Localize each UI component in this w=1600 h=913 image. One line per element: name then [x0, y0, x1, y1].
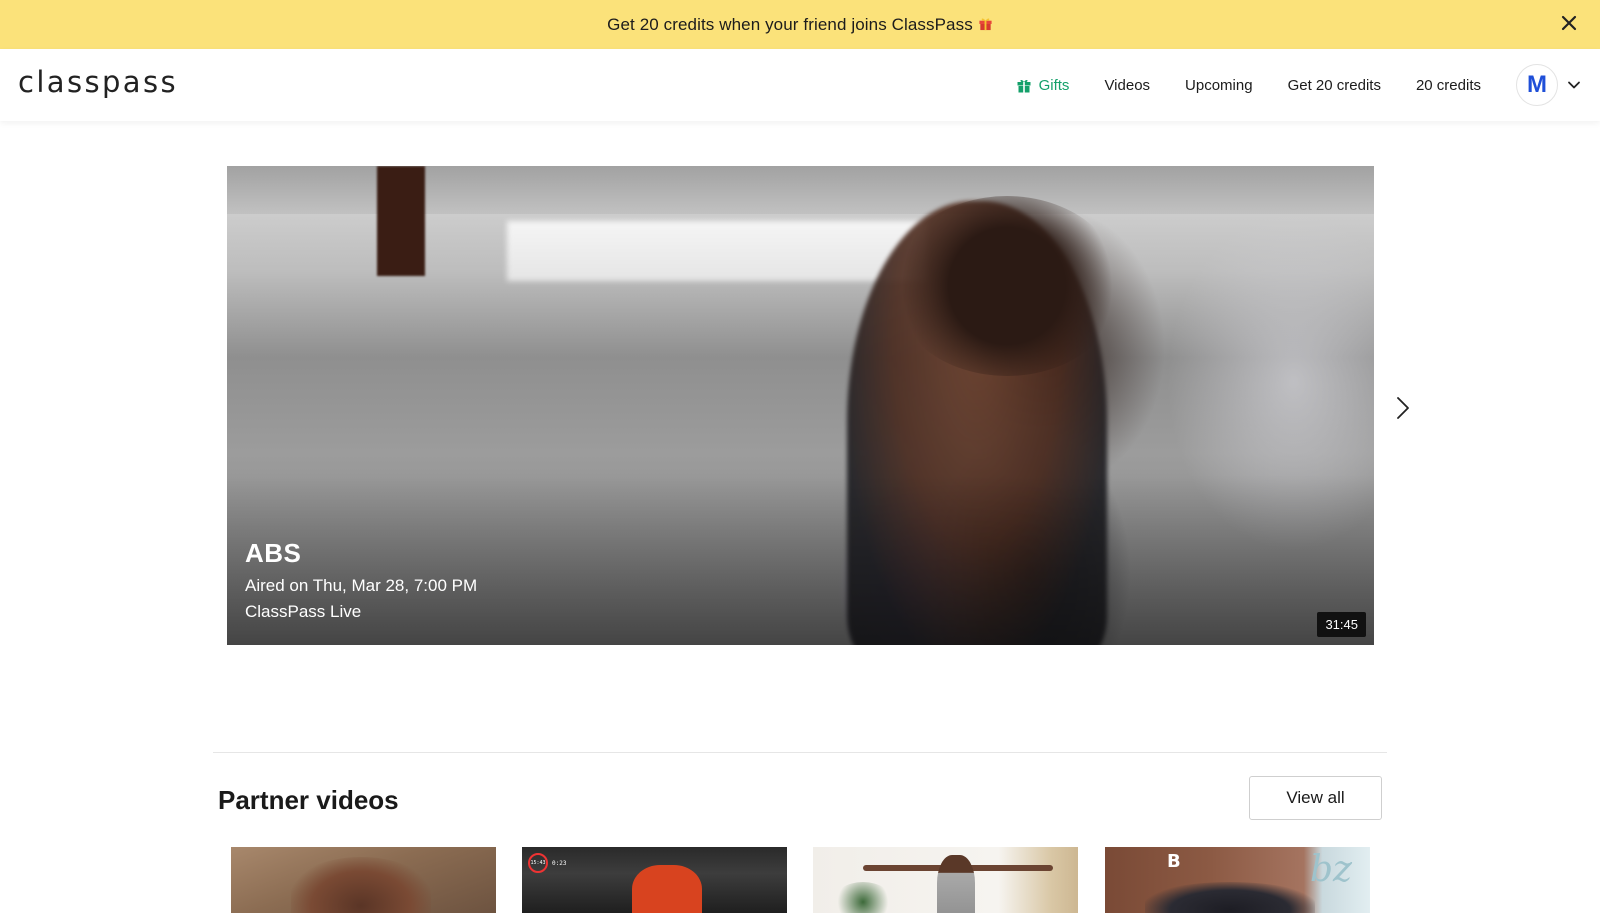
promo-text: Get 20 credits when your friend joins Cl… [607, 15, 993, 35]
top-navigation-bar: classpass Gifts Videos Upcoming Get 20 c… [0, 49, 1600, 121]
partner-video-thumbnail[interactable]: 15:43 0:23 [522, 847, 787, 913]
gift-emoji-icon [979, 18, 992, 30]
hero-gradient-overlay [227, 475, 1374, 645]
timer-sub: 0:23 [552, 859, 567, 867]
featured-video-card[interactable]: ABS Aired on Thu, Mar 28, 7:00 PM ClassP… [227, 166, 1374, 645]
hero-image-window [507, 221, 927, 281]
partner-videos-heading: Partner videos [218, 785, 399, 815]
partner-video-thumbnail[interactable] [231, 847, 496, 913]
partner-video-thumbnail[interactable]: B bz [1105, 847, 1370, 913]
nav-gifts-label: Gifts [1038, 76, 1070, 94]
user-avatar[interactable]: M [1516, 64, 1558, 106]
nav-get-credits-link[interactable]: Get 20 credits [1288, 77, 1381, 94]
classpass-logo[interactable]: classpass [18, 65, 178, 99]
main-nav: Gifts Videos Upcoming Get 20 credits 20 … [982, 49, 1600, 121]
section-divider [213, 752, 1387, 753]
nav-upcoming-link[interactable]: Upcoming [1185, 77, 1253, 94]
thumbnail-image [632, 865, 702, 913]
thumbnail-image [291, 857, 431, 913]
timer-main: 15:43 [530, 860, 546, 866]
thumbnail-image [1145, 882, 1315, 913]
video-aired-date: Aired on Thu, Mar 28, 7:00 PM [245, 576, 478, 595]
close-banner-button[interactable] [1556, 10, 1582, 36]
partner-logo: B [1167, 851, 1181, 872]
referral-promo-banner: Get 20 credits when your friend joins Cl… [0, 0, 1600, 49]
nav-gifts-link[interactable]: Gifts [1017, 76, 1070, 94]
promo-message: Get 20 credits when your friend joins Cl… [607, 14, 973, 34]
thumbnail-figure [937, 855, 975, 913]
partner-video-thumbnail[interactable] [813, 847, 1078, 913]
timer-badge: 15:43 [528, 853, 548, 873]
hero-image-pillar [377, 166, 425, 276]
partner-videos-row: 15:43 0:23 B bz [231, 847, 1371, 913]
nav-videos-link[interactable]: Videos [1104, 77, 1150, 94]
thumbnail-plant [833, 882, 893, 913]
view-all-button[interactable]: View all [1249, 776, 1382, 820]
carousel-next-button[interactable] [1392, 393, 1414, 423]
video-title: ABS [245, 538, 302, 568]
chevron-down-icon[interactable] [1566, 77, 1582, 93]
partner-script-mark: bz [1309, 849, 1352, 890]
chevron-right-icon [1397, 397, 1409, 419]
close-icon [1561, 15, 1577, 31]
hero-image-hair [892, 196, 1122, 376]
workout-timer-overlay: 15:43 0:23 [528, 853, 566, 873]
nav-credits-balance[interactable]: 20 credits [1416, 77, 1481, 94]
video-source: ClassPass Live [245, 602, 362, 621]
video-duration-badge: 31:45 [1317, 612, 1366, 637]
gift-icon [1017, 79, 1031, 92]
